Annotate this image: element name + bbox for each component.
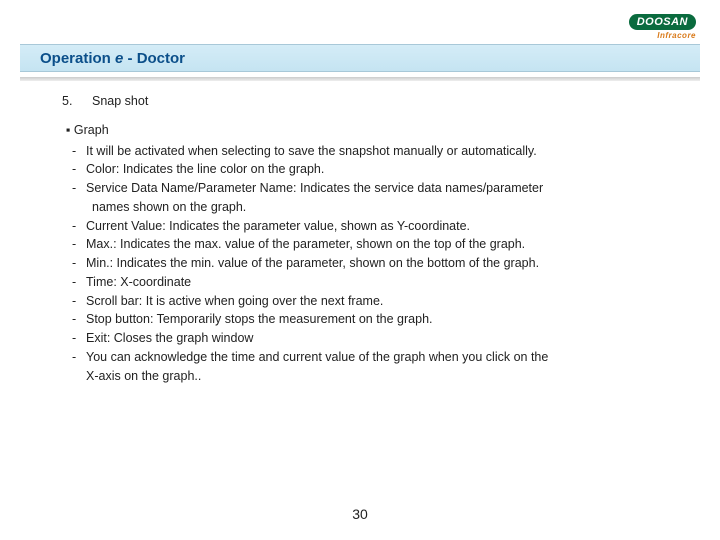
list-text: Color: Indicates the line color on the g… (86, 160, 680, 179)
list-item: - Stop button: Temporarily stops the mea… (72, 310, 680, 329)
list-item: - Min.: Indicates the min. value of the … (72, 254, 680, 273)
dash-icon: - (72, 348, 86, 367)
section-name: Snap shot (92, 92, 148, 111)
list-text: Time: X-coordinate (86, 273, 680, 292)
list-item: - Max.: Indicates the max. value of the … (72, 235, 680, 254)
list-text: It will be activated when selecting to s… (86, 142, 680, 161)
dash-icon: - (72, 254, 86, 273)
dash-icon: - (72, 329, 86, 348)
list-continuation: names shown on the graph. (92, 198, 680, 217)
page-title: Operation e - Doctor (40, 50, 185, 67)
list-text: Current Value: Indicates the parameter v… (86, 217, 680, 236)
list-text: Stop button: Temporarily stops the measu… (86, 310, 680, 329)
list-item: - Current Value: Indicates the parameter… (72, 217, 680, 236)
brand-logo: DOOSAN Infracore (629, 12, 696, 40)
list-continuation: X-axis on the graph.. (86, 367, 680, 386)
list-item: - Time: X-coordinate (72, 273, 680, 292)
list-text: Exit: Closes the graph window (86, 329, 680, 348)
dash-icon: - (72, 160, 86, 179)
list-item: - It will be activated when selecting to… (72, 142, 680, 161)
section-heading: 5. Snap shot (62, 92, 680, 111)
dash-icon: - (72, 217, 86, 236)
list-item: - You can acknowledge the time and curre… (72, 348, 680, 367)
list-item: - Color: Indicates the line color on the… (72, 160, 680, 179)
dash-icon: - (72, 235, 86, 254)
subsection-heading: ▪ Graph (66, 121, 680, 140)
page-number: 30 (0, 506, 720, 522)
dash-icon: - (72, 310, 86, 329)
list-item: - Exit: Closes the graph window (72, 329, 680, 348)
list-item: - Scroll bar: It is active when going ov… (72, 292, 680, 311)
list-text: Min.: Indicates the min. value of the pa… (86, 254, 680, 273)
logo-sub-text: Infracore (629, 31, 696, 40)
dash-icon: - (72, 142, 86, 161)
list-item: - Service Data Name/Parameter Name: Indi… (72, 179, 680, 198)
content-body: 5. Snap shot ▪ Graph - It will be activa… (62, 92, 680, 385)
list-text: Scroll bar: It is active when going over… (86, 292, 680, 311)
logo-main-text: DOOSAN (629, 14, 696, 30)
dash-icon: - (72, 292, 86, 311)
title-bar: Operation e - Doctor (20, 44, 700, 72)
title-prefix: Operation (40, 50, 115, 67)
section-number: 5. (62, 92, 92, 111)
bullet-list: - It will be activated when selecting to… (72, 142, 680, 386)
dash-icon: - (72, 179, 86, 198)
divider (20, 77, 700, 81)
list-text: Max.: Indicates the max. value of the pa… (86, 235, 680, 254)
list-text: Service Data Name/Parameter Name: Indica… (86, 179, 680, 198)
list-text: You can acknowledge the time and current… (86, 348, 680, 367)
title-suffix: - Doctor (123, 50, 185, 67)
dash-icon: - (72, 273, 86, 292)
